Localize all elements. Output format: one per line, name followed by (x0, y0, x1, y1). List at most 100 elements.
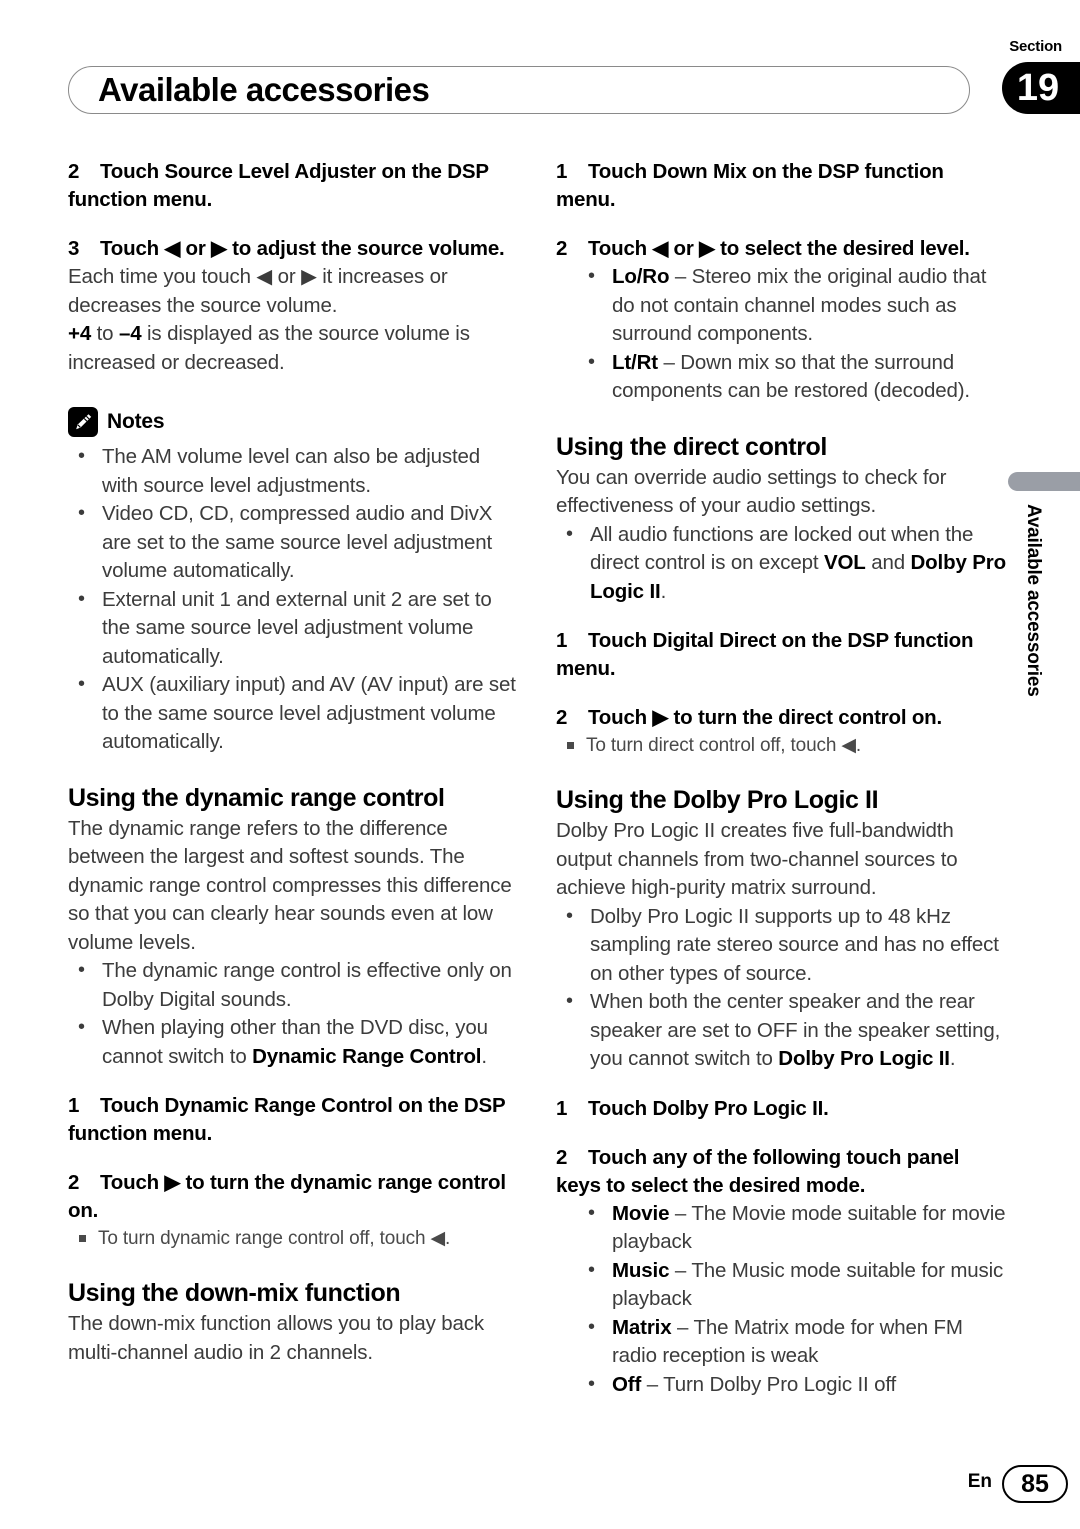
manual-page: Section 19 Available accessories Availab… (0, 0, 1080, 1529)
notes-title: Notes (107, 410, 165, 433)
step-source-level-adjuster: 2 Touch Source Level Adjuster on the DSP … (68, 158, 520, 214)
bullet-suffix: . (481, 1044, 487, 1068)
step-select-desired-mode: 2 Touch any of the following touch panel … (556, 1144, 1008, 1200)
direct-control-intro: You can override audio settings to check… (556, 465, 947, 518)
list-item: Music – The Music mode suitable for musi… (556, 1256, 1008, 1314)
step-text: Touch any of the following touch panel k… (556, 1145, 960, 1197)
down-mix-intro: The down-mix function allows you to play… (68, 1312, 484, 1364)
heading-down-mix-function: Using the down-mix function (68, 1279, 401, 1307)
step-number: 1 (556, 1096, 568, 1120)
page-title: Available accessories (98, 71, 430, 108)
option-dash: – (671, 1315, 694, 1339)
step-text: Touch ◀ or ▶ to adjust the source volume… (100, 237, 505, 260)
list-item: Dolby Pro Logic II supports up to 48 kHz… (556, 902, 1008, 989)
list-item: Off – Turn Dolby Pro Logic II off (556, 1370, 1008, 1400)
right-column: 1 Touch Down Mix on the DSP function menu… (556, 158, 1008, 1399)
bullet-suffix: . (660, 579, 667, 603)
heading-dolby-pro-logic: Using the Dolby Pro Logic II (556, 786, 879, 814)
bullet-suffix: . (949, 1047, 956, 1070)
option-dash: – (669, 1201, 692, 1225)
step-number: 2 (556, 706, 568, 729)
option-name: Music (612, 1258, 670, 1282)
list-item: All audio functions are locked out when … (556, 520, 1008, 607)
bullet-emphasis: Dolby Pro Logic II (778, 1047, 950, 1070)
step-touch-dolby-pro-logic: 1 Touch Dolby Pro Logic II. (556, 1095, 1008, 1123)
step-turn-dynamic-range-on: 2 Touch ▶ to turn the dynamic range contr… (68, 1169, 520, 1225)
dolby-mode-list: Movie – The Movie mode suitable for movi… (556, 1199, 1008, 1400)
option-dash: – (669, 1258, 692, 1282)
step-select-desired-level: 2 Touch ◀ or ▶ to select the desired leve… (556, 235, 1008, 263)
step-3-description: Each time you touch ◀ or ▶ it increases … (68, 265, 448, 317)
value-plus-four: +4 (68, 322, 92, 345)
dolby-intro: Dolby Pro Logic II creates five full-ban… (556, 819, 958, 899)
step-number: 2 (556, 1145, 568, 1169)
step-text: Touch Dolby Pro Logic II. (588, 1096, 829, 1120)
list-item: Lo/Ro – Stereo mix the original audio th… (556, 262, 1008, 349)
dynamic-range-note-list: To turn dynamic range control off, touch… (68, 1225, 520, 1252)
range-connector: to (91, 322, 119, 345)
step-number: 3 (68, 237, 80, 260)
step-number: 1 (556, 160, 568, 183)
step-text: Touch ◀ or ▶ to select the desired level… (588, 237, 970, 260)
step-touch-dynamic-range-control: 1 Touch Dynamic Range Control on the DSP … (68, 1092, 520, 1148)
bullet-emphasis: Dynamic Range Control (252, 1044, 482, 1068)
option-name: Off (612, 1372, 642, 1396)
direct-control-note-list: To turn direct control off, touch ◀. (556, 732, 1008, 759)
footer-page-number: 85 (1002, 1465, 1068, 1503)
heading-direct-control: Using the direct control (556, 432, 827, 461)
dolby-bullets: Dolby Pro Logic II supports up to 48 kHz… (556, 902, 1008, 1074)
step-touch-digital-direct: 1 Touch Digital Direct on the DSP functio… (556, 627, 1008, 683)
left-column: 2 Touch Source Level Adjuster on the DSP … (68, 158, 520, 1367)
dynamic-range-intro: The dynamic range refers to the differen… (68, 816, 512, 954)
list-item: Matrix – The Matrix mode for when FM rad… (556, 1313, 1008, 1371)
step-number: 2 (556, 237, 568, 260)
option-dash: – (669, 265, 692, 288)
list-item: When playing other than the DVD disc, yo… (68, 1013, 520, 1071)
option-name: Movie (612, 1201, 670, 1225)
step-3-range-description: +4 to –4 is displayed as the source volu… (68, 320, 520, 377)
list-item: To turn direct control off, touch ◀. (556, 732, 1008, 759)
list-item: Movie – The Movie mode suitable for movi… (556, 1199, 1008, 1257)
section-label: Section (1009, 38, 1062, 55)
step-text: Touch ▶ to turn the dynamic range contro… (68, 1171, 506, 1222)
footer-language: En (967, 1471, 992, 1492)
value-minus-four: –4 (118, 322, 142, 345)
step-text: Touch ▶ to turn the direct control on. (588, 706, 942, 729)
option-name: Matrix (612, 1315, 672, 1339)
notes-header: Notes (68, 407, 520, 437)
side-tab-marker (1008, 472, 1080, 491)
step-text: Touch Down Mix on the DSP function menu. (556, 160, 944, 211)
list-item: To turn dynamic range control off, touch… (68, 1225, 520, 1252)
list-item: External unit 1 and external unit 2 are … (68, 585, 520, 672)
list-item: Lt/Rt – Down mix so that the surround co… (556, 348, 1008, 406)
step-turn-direct-control-on: 2 Touch ▶ to turn the direct control on. (556, 704, 1008, 732)
bullet-emphasis-vol: VOL (823, 551, 866, 574)
step-number: 2 (68, 1171, 80, 1194)
step-number: 1 (68, 1094, 80, 1117)
list-item: The dynamic range control is effective o… (68, 956, 520, 1014)
bullet-connector: and (865, 551, 911, 574)
step-text: Touch Source Level Adjuster on the DSP f… (68, 160, 489, 211)
step-number: 1 (556, 629, 568, 652)
list-item: When both the center speaker and the rea… (556, 987, 1008, 1074)
step-text: Touch Dynamic Range Control on the DSP f… (68, 1094, 506, 1145)
step-adjust-source-volume: 3 Touch ◀ or ▶ to adjust the source volum… (68, 235, 520, 263)
step-text: Touch Digital Direct on the DSP function… (556, 629, 974, 680)
heading-dynamic-range-control: Using the dynamic range control (68, 783, 445, 812)
side-tab-label: Available accessories (1023, 504, 1044, 697)
section-number-badge: 19 (1002, 62, 1080, 114)
option-dash: – (641, 1372, 664, 1396)
dynamic-range-bullets: The dynamic range control is effective o… (68, 956, 520, 1071)
option-name: Lt/Rt (612, 350, 658, 374)
list-item: AUX (auxiliary input) and AV (AV input) … (68, 670, 520, 757)
option-name: Lo/Ro (612, 265, 670, 288)
list-item: Video CD, CD, compressed audio and DivX … (68, 499, 520, 586)
step-touch-down-mix: 1 Touch Down Mix on the DSP function menu… (556, 158, 1008, 214)
list-item: The AM volume level can also be adjusted… (68, 442, 520, 500)
option-dash: – (657, 350, 681, 374)
pencil-icon (68, 407, 98, 437)
direct-control-bullets: All audio functions are locked out when … (556, 520, 1008, 607)
option-description: Turn Dolby Pro Logic II off (663, 1372, 897, 1396)
notes-list: The AM volume level can also be adjusted… (68, 442, 520, 757)
down-mix-level-list: Lo/Ro – Stereo mix the original audio th… (556, 262, 1008, 406)
